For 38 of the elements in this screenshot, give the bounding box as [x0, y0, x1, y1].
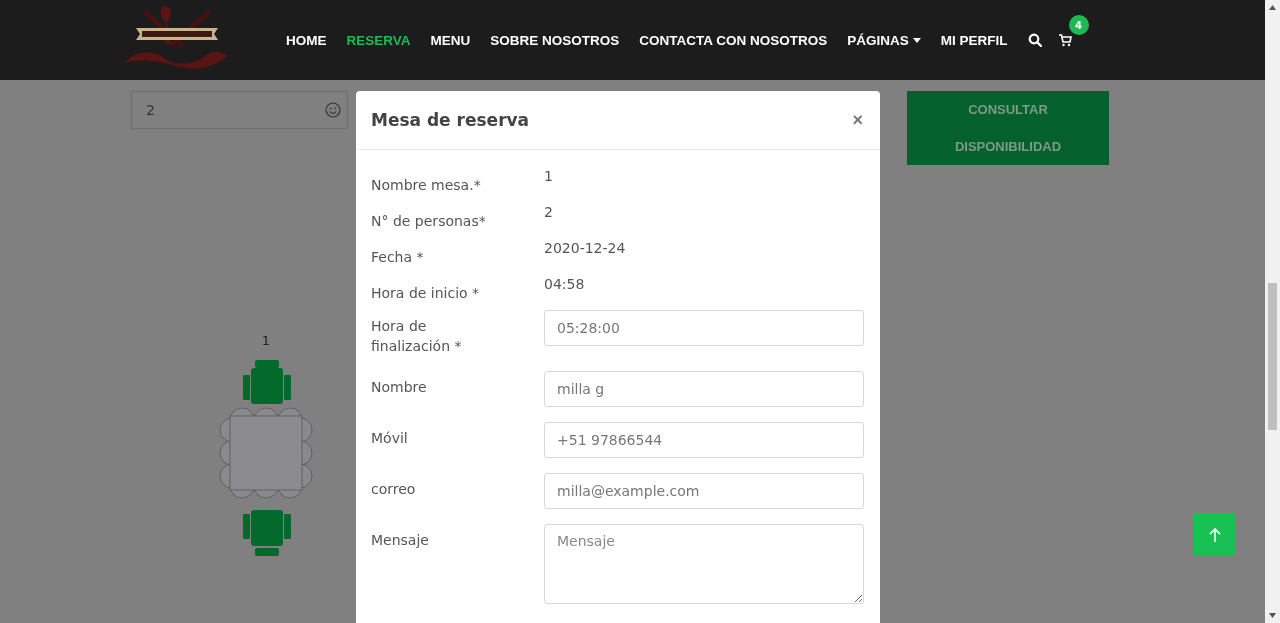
nav-link[interactable]: MI PERFIL: [940, 32, 1008, 48]
scrollbar-thumb[interactable]: [1268, 283, 1277, 430]
field-label: Fecha *: [371, 248, 425, 267]
dialog-title: Mesa de reserva: [371, 110, 530, 130]
cart-count-badge: 4: [1068, 15, 1089, 35]
nav-link[interactable]: HOME: [286, 32, 327, 48]
search-icon[interactable]: [1027, 33, 1042, 47]
caret-icon: [912, 37, 921, 43]
cart-icon[interactable]: [1057, 33, 1072, 47]
field-label: N° de personas*: [371, 212, 487, 231]
field-label: Nombre: [371, 378, 428, 397]
input-field[interactable]: 05:28:00: [544, 310, 864, 346]
message-field[interactable]: Mensaje: [544, 524, 864, 604]
nav-link[interactable]: MENU: [430, 32, 471, 48]
field-value: 04:58: [544, 275, 586, 292]
input-field[interactable]: +51 97866544: [544, 422, 864, 458]
field-label: Nombre mesa.*: [371, 176, 482, 195]
nav-link[interactable]: CONTACTA CON NOSOTROS: [639, 32, 828, 48]
scroll-down-icon[interactable]: [1269, 613, 1276, 618]
smiley-icon: [325, 102, 341, 118]
nav-link[interactable]: PÁGINAS: [847, 32, 921, 48]
scroll-up-icon[interactable]: [1269, 5, 1276, 10]
field-value: 1: [544, 167, 554, 184]
field-label: correo: [371, 480, 417, 499]
table-number: 1: [261, 333, 271, 348]
field-value: 2: [544, 203, 554, 220]
input-field[interactable]: milla g: [544, 371, 864, 407]
input-field[interactable]: milla@example.com: [544, 473, 864, 509]
close-button[interactable]: ×: [852, 109, 863, 131]
arrow-up-icon: [1207, 526, 1222, 543]
field-label: Hora de finalización *: [371, 317, 463, 356]
field-label: Hora de inicio *: [371, 284, 481, 303]
nav-link[interactable]: RESERVA: [346, 32, 411, 48]
nav-link[interactable]: SOBRE NOSOTROS: [490, 32, 620, 48]
scrollbar[interactable]: [1265, 0, 1280, 623]
field-label: Mensaje: [371, 531, 430, 550]
field-label: Móvil: [371, 429, 409, 448]
field-value: 2020-12-24: [544, 239, 627, 256]
